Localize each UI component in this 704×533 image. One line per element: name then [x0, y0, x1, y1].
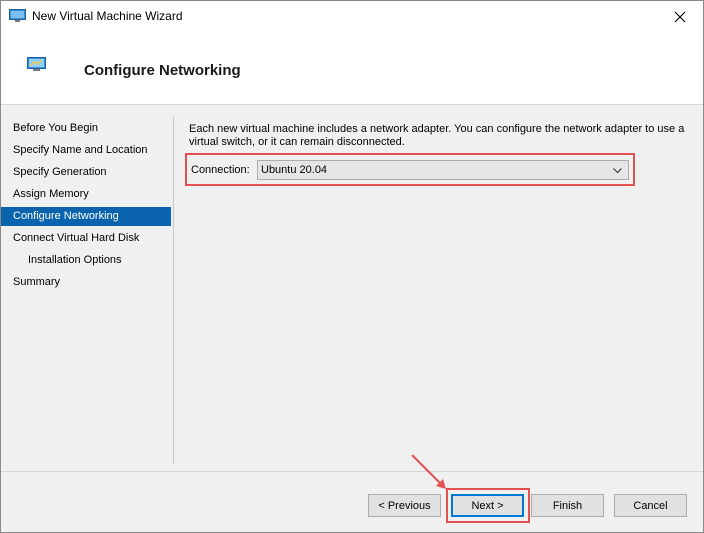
cancel-button[interactable]: Cancel — [614, 494, 687, 517]
networking-description: Each new virtual machine includes a netw… — [189, 123, 685, 148]
next-button[interactable]: Next > — [451, 494, 524, 517]
wizard-header: Configure Networking — [1, 32, 703, 105]
connection-selected-value: Ubuntu 20.04 — [261, 164, 328, 176]
step-summary[interactable]: Summary — [1, 273, 171, 292]
connection-label: Connection: — [191, 164, 250, 176]
wizard-window: New Virtual Machine Wizard Configure Net… — [0, 0, 704, 533]
window-title: New Virtual Machine Wizard — [32, 9, 183, 23]
title-bar: New Virtual Machine Wizard — [1, 1, 703, 32]
connection-dropdown[interactable]: Ubuntu 20.04 — [257, 160, 629, 180]
close-icon — [674, 11, 686, 22]
page-title: Configure Networking — [84, 62, 241, 79]
connection-highlight: Connection: Ubuntu 20.04 — [185, 153, 635, 186]
step-connect-virtual-hard-disk[interactable]: Connect Virtual Hard Disk — [1, 229, 171, 248]
previous-button[interactable]: < Previous — [368, 494, 441, 517]
step-configure-networking[interactable]: Configure Networking — [1, 207, 171, 226]
step-specify-name-and-location[interactable]: Specify Name and Location — [1, 141, 171, 160]
monitor-icon — [9, 9, 26, 22]
sidebar-divider — [173, 117, 174, 464]
step-installation-options[interactable]: Installation Options — [1, 251, 171, 270]
footer-divider — [1, 471, 703, 472]
wizard-steps: Before You Begin Specify Name and Locati… — [1, 105, 173, 465]
network-monitor-icon — [27, 57, 46, 71]
step-specify-generation[interactable]: Specify Generation — [1, 163, 171, 182]
finish-button[interactable]: Finish — [531, 494, 604, 517]
chevron-down-icon — [613, 168, 622, 174]
close-button[interactable] — [657, 1, 703, 32]
step-assign-memory[interactable]: Assign Memory — [1, 185, 171, 204]
step-before-you-begin[interactable]: Before You Begin — [1, 119, 171, 138]
red-arrow-annotation — [411, 454, 446, 489]
